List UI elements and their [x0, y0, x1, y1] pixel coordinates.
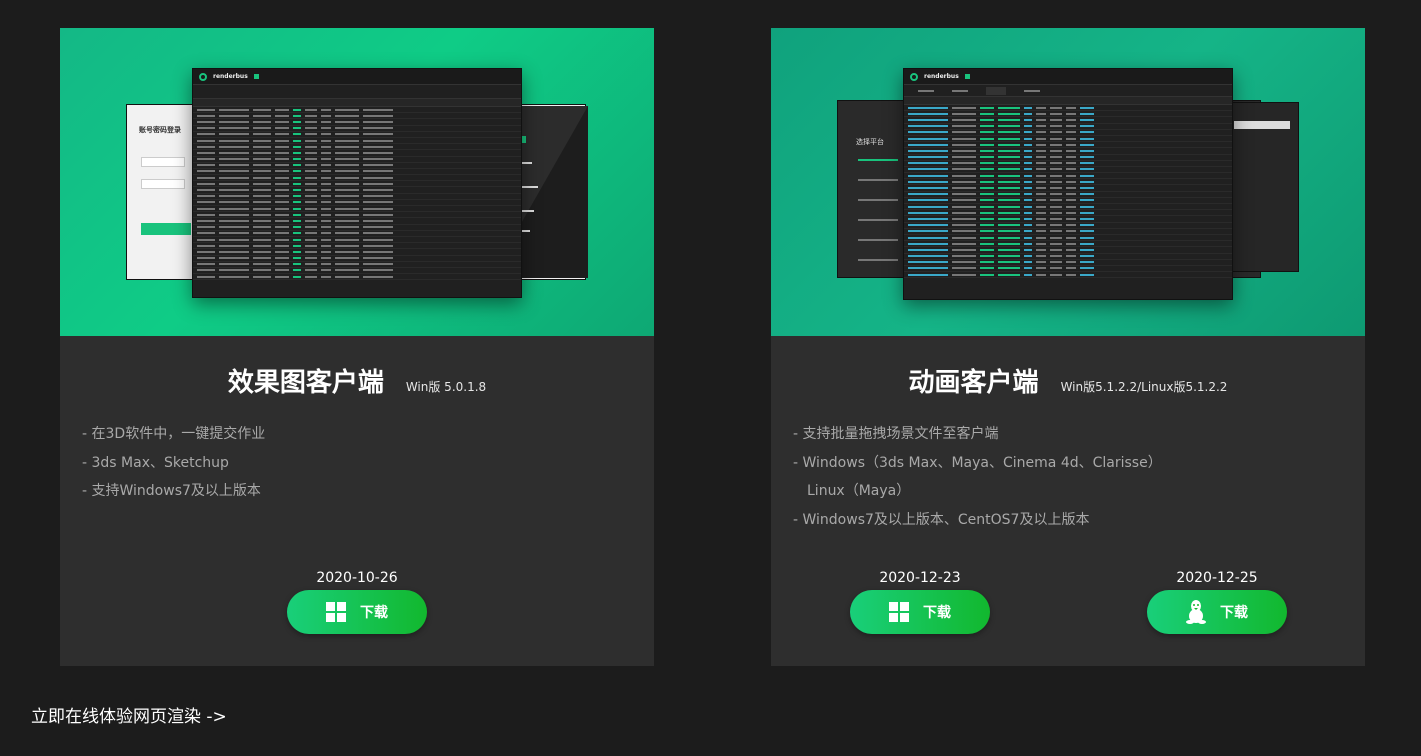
- download-linux-button[interactable]: 下载: [1147, 590, 1287, 634]
- feature-list: - 支持批量拖拽场景文件至客户端 - Windows（3ds Max、Maya、…: [793, 420, 1162, 534]
- card-title: 动画客户端: [908, 368, 1039, 398]
- windows-icon: [326, 602, 346, 622]
- download-windows-button[interactable]: 下载: [287, 590, 427, 634]
- version-label: Win版 5.0.1.8: [405, 380, 487, 394]
- feature-item: - Windows（3ds Max、Maya、Cinema 4d、Clariss…: [793, 454, 1162, 471]
- login-title: 账号密码登录: [139, 126, 181, 134]
- release-date: 2020-10-26: [316, 570, 398, 586]
- client-window-mock: renderbus: [192, 68, 522, 298]
- platform-title: 选择平台: [856, 138, 884, 146]
- download-block: 2020-10-26 下载: [287, 570, 427, 634]
- side-panel-mock: [1227, 102, 1299, 272]
- download-label: 下载: [1220, 605, 1248, 621]
- mock-row: [193, 274, 521, 281]
- download-label: 下载: [360, 605, 388, 621]
- card-title: 效果图客户端: [227, 368, 384, 398]
- card-header: 效果图客户端 Win版 5.0.1.8: [60, 363, 654, 399]
- brand-label: renderbus: [924, 73, 959, 80]
- web-render-trial-link[interactable]: 立即在线体验网页渲染 ->: [31, 702, 227, 727]
- animation-window-mock: renderbus: [903, 68, 1233, 300]
- feature-item: Linux（Maya）: [807, 483, 911, 500]
- render-client-screenshot: 账号密码登录 renderbus: [60, 28, 654, 336]
- windows-icon: [889, 602, 909, 622]
- card-header: 动画客户端 Win版5.1.2.2/Linux版5.1.2.2: [771, 363, 1365, 399]
- feature-item: - 3ds Max、Sketchup: [82, 454, 229, 471]
- mock-row: [904, 272, 1232, 279]
- render-client-card: 账号密码登录 renderbus 效果图客户端 Win版 5.0.1.8 - 在…: [60, 28, 654, 666]
- download-block: 2020-12-23 下载: [850, 570, 990, 634]
- feature-item: - 在3D软件中，一键提交作业: [82, 426, 266, 442]
- renderbus-logo-icon: [910, 72, 918, 81]
- download-windows-button[interactable]: 下载: [850, 590, 990, 634]
- feature-list: - 在3D软件中，一键提交作业 - 3ds Max、Sketchup - 支持W…: [82, 420, 265, 506]
- release-date: 2020-12-23: [879, 570, 961, 586]
- download-block: 2020-12-25 下载: [1147, 570, 1287, 634]
- animation-client-card: 选择平台 renderbus 动画客户端 Win版5.1.2.2/Linux版5…: [771, 28, 1365, 666]
- brand-label: renderbus: [213, 73, 248, 80]
- release-date: 2020-12-25: [1176, 570, 1258, 586]
- feature-item: - 支持批量拖拽场景文件至客户端: [793, 426, 999, 442]
- animation-client-screenshot: 选择平台 renderbus: [771, 28, 1365, 336]
- feature-item: - 支持Windows7及以上版本: [82, 483, 261, 500]
- renderbus-logo-icon: [199, 72, 207, 81]
- linux-icon: [1186, 600, 1206, 624]
- download-label: 下载: [923, 605, 951, 621]
- feature-item: - Windows7及以上版本、CentOS7及以上版本: [793, 511, 1090, 528]
- version-label: Win版5.1.2.2/Linux版5.1.2.2: [1060, 380, 1228, 394]
